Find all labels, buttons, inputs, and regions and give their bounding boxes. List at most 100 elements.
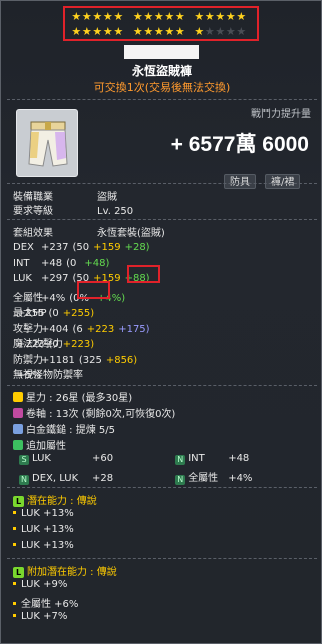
star-icon: ★: [204, 10, 215, 23]
divider: [7, 385, 317, 386]
stat-row: 防禦力+1181 (325 +856): [13, 351, 145, 366]
stat-base: (0: [66, 257, 77, 269]
stat-total: +404: [41, 323, 69, 335]
divider: [7, 183, 317, 184]
add-stat-icon: N: [175, 475, 186, 485]
star-icon: ★: [132, 10, 143, 23]
stat-bonus-a: +255): [62, 308, 95, 319]
trade-status: 可交換1次(交易後無法交換): [93, 81, 231, 94]
stat-row: INT +48 (0 +48): [13, 258, 113, 269]
additional-row-1: S LUK +60 N INT +48: [19, 453, 249, 465]
divider: [7, 219, 317, 220]
bonus-potential-head: L 附加潛在能力 : 傳說: [13, 563, 117, 578]
tag-armor: 防具: [224, 174, 256, 189]
bonus-potential-line: LUK +7%: [13, 611, 67, 622]
stat-row: 攻擊力+404 (6 +223 +175): [13, 320, 154, 335]
potential-head: L 潛在能力 : 傳說: [13, 492, 97, 507]
legendary-badge-icon: L: [13, 496, 24, 507]
level-row: 要求等級 Lv. 250: [13, 202, 133, 217]
star-icon: ★: [143, 10, 154, 23]
stat-label: 攻擊力: [13, 323, 43, 335]
star-empty-icon: ★: [204, 25, 215, 38]
star-icon: ★: [194, 10, 205, 23]
scroll-info: 卷軸 : 13次 (剩餘0次,可恢復0次): [13, 405, 175, 420]
stat-total: +297: [41, 273, 69, 284]
add-stat-icon: N: [175, 455, 186, 465]
star-force-info: 星力 : 26星 (最多30星): [13, 389, 132, 404]
hammer-icon: [13, 424, 23, 434]
stat-bonus-a: +223): [62, 339, 95, 350]
star-icon: ★: [174, 10, 185, 23]
stat-label: DEX: [13, 242, 34, 253]
stat-bonus-b: +175): [118, 323, 150, 335]
star-row-1: ★ ★ ★ ★ ★ ★ ★ ★ ★ ★ ★ ★ ★ ★ ★: [71, 11, 247, 23]
hammer-info: 白金鐵鎚 : 提煉 5/5: [13, 421, 115, 436]
divider: [7, 487, 317, 488]
star-force-box: ★ ★ ★ ★ ★ ★ ★ ★ ★ ★ ★ ★ ★ ★ ★ ★ ★ ★ ★ ★ ★ ★ ★ ★ ★ ★ ★ ★ ★ ★: [63, 6, 259, 41]
item-tooltip: ★ ★ ★ ★ ★ ★ ★ ★ ★ ★ ★ ★ ★ ★ ★ ★ ★ ★ ★ ★ ★ ★ ★ ★ ★ ★ ★ ★ ★ ★ 永恆盜賊…: [0, 0, 322, 644]
star-icon: ★: [132, 25, 143, 38]
scroll-icon: [13, 408, 23, 418]
star-icon: ★: [71, 25, 82, 38]
job-row: 裝備職業 盜賊: [13, 188, 117, 203]
highlight-box-allstat: [77, 281, 110, 299]
stat-total: +4%: [41, 292, 66, 304]
star-icon: ★: [113, 25, 124, 38]
stat-total: +255: [17, 308, 45, 319]
star-icon: ★: [164, 25, 175, 38]
star-icon: ★: [81, 25, 92, 38]
star-icon: ★: [102, 10, 113, 23]
level-value: Lv. 250: [97, 206, 134, 217]
level-label: 要求等級: [13, 206, 53, 217]
stat-total: +237: [41, 242, 69, 253]
star-icon: ★: [81, 10, 92, 23]
star-empty-icon: ★: [225, 25, 236, 38]
stat-base: (0: [48, 339, 59, 350]
set-label: 套組效果: [13, 228, 53, 239]
stat-base: (0: [48, 308, 59, 319]
stat-bonus-b: +48): [84, 257, 110, 269]
bonus-potential-line: LUK +9%: [13, 579, 67, 590]
stat-row: 魔法攻擊力+223 (0 +223): [13, 339, 95, 350]
stat-bonus-a: +856): [105, 354, 138, 366]
legendary-badge-icon: L: [13, 567, 24, 578]
stat-bonus-a: +223: [86, 323, 115, 335]
star-icon: ★: [164, 10, 175, 23]
stat-base: (6: [72, 323, 83, 335]
additional-row-2: N DEX, LUK +28 N 全屬性 +4%: [19, 473, 253, 485]
star-icon: ★: [225, 10, 236, 23]
stat-label: 全屬性: [13, 292, 43, 304]
set-row: 套組效果 永恆套裝(盜賊): [13, 224, 165, 239]
redacted-name-box: [124, 45, 199, 59]
highlight-box-luk: [127, 265, 160, 283]
star-icon: ★: [92, 10, 103, 23]
stat-total: +48: [41, 257, 63, 269]
stat-base: (325: [78, 354, 102, 366]
star-icon: ★: [215, 10, 226, 23]
pants-icon: [16, 109, 78, 177]
star-row-2: ★ ★ ★ ★ ★ ★ ★ ★ ★ ★ ★ ★ ★ ★ ★: [71, 26, 247, 38]
stat-bonus-b: +28): [124, 242, 150, 253]
item-name: 永恆盜賊褲: [131, 64, 192, 78]
star-icon: ★: [153, 10, 164, 23]
star-icon: ★: [174, 25, 185, 38]
stat-base: (50: [72, 242, 90, 253]
stat-label: INT: [13, 257, 30, 269]
potential-line: LUK +13%: [13, 540, 74, 551]
stat-row: 全屬性+4% (0% +4%): [13, 289, 129, 304]
stat-total: +1181: [41, 354, 75, 366]
stat-row: DEX +237 (50 +159 +28): [13, 242, 154, 253]
stat-row: 最大HP+255 (0 +255): [13, 308, 95, 319]
star-icon: ★: [153, 25, 164, 38]
star-empty-icon: ★: [236, 25, 247, 38]
stat-label: 防禦力: [13, 354, 43, 366]
stat-label: LUK: [13, 273, 32, 284]
add-stat-icon: N: [19, 475, 29, 485]
star-icon: ★: [143, 25, 154, 38]
combat-power-label: 戰鬥力提升量: [251, 109, 311, 120]
job-label: 裝備職業: [13, 192, 53, 203]
star-icon: [13, 392, 23, 402]
stat-total: +5%: [17, 370, 42, 381]
star-icon: ★: [102, 25, 113, 38]
bonus-potential-line: 全屬性 +6%: [13, 595, 78, 610]
